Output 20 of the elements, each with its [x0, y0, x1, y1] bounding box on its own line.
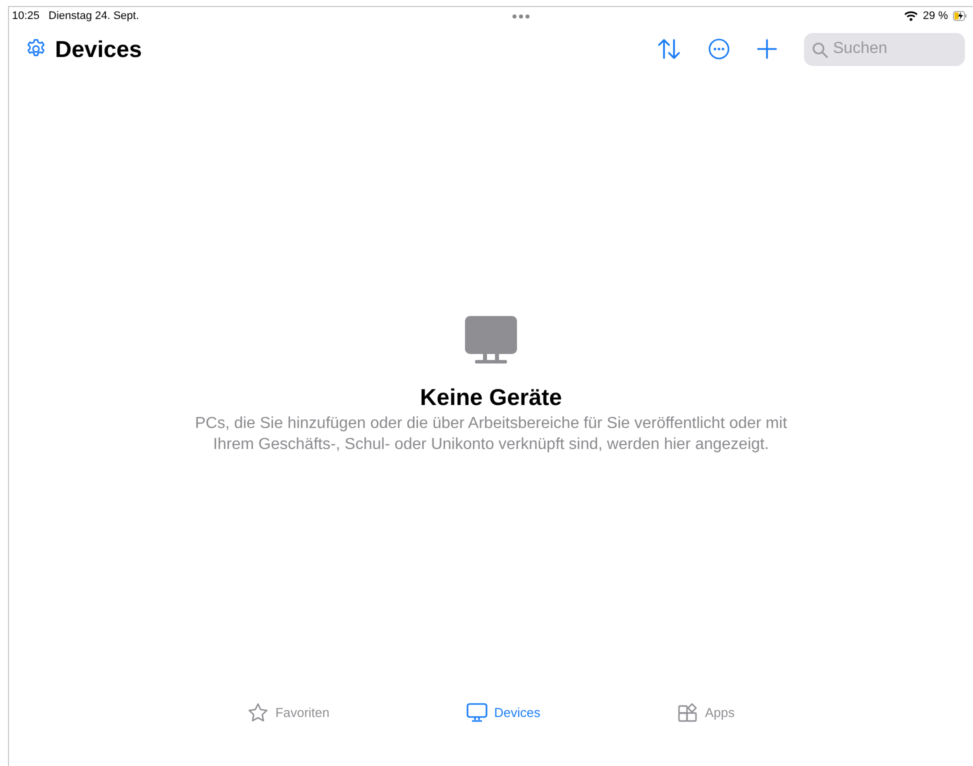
apps-icon: [677, 702, 700, 722]
tab[interactable]: Apps: [677, 702, 735, 722]
star-icon: [247, 702, 270, 722]
battery-charging-icon: [953, 11, 967, 21]
more-icon[interactable]: [708, 38, 730, 60]
tab[interactable]: Favoriten: [247, 702, 330, 722]
sort-icon[interactable]: [657, 38, 681, 60]
multitasking-dots-icon[interactable]: [512, 14, 530, 18]
battery-percentage: 29 %: [922, 10, 948, 22]
monitor-icon: [465, 316, 517, 364]
search-field[interactable]: Suchen: [804, 32, 965, 66]
monitor-icon: [466, 702, 488, 722]
add-icon[interactable]: [757, 39, 777, 59]
status-date: Dienstag 24. Sept.: [48, 10, 140, 22]
empty-state-message: PCs, die Sie hinzufügen oder die über Arbeitsbereiche für Sie veröffentlicht oder mit Ihrem Geschäfts-, Schul- oder Unikonto verknüpft sind, werden hier angezeigt.: [194, 414, 788, 455]
wifi-icon: [904, 11, 918, 21]
empty-state-title: Keine Geräte: [420, 384, 562, 411]
page-title: Devices: [55, 36, 142, 62]
status-time: 10:25: [12, 10, 40, 22]
tab[interactable]: Devices: [466, 702, 540, 722]
